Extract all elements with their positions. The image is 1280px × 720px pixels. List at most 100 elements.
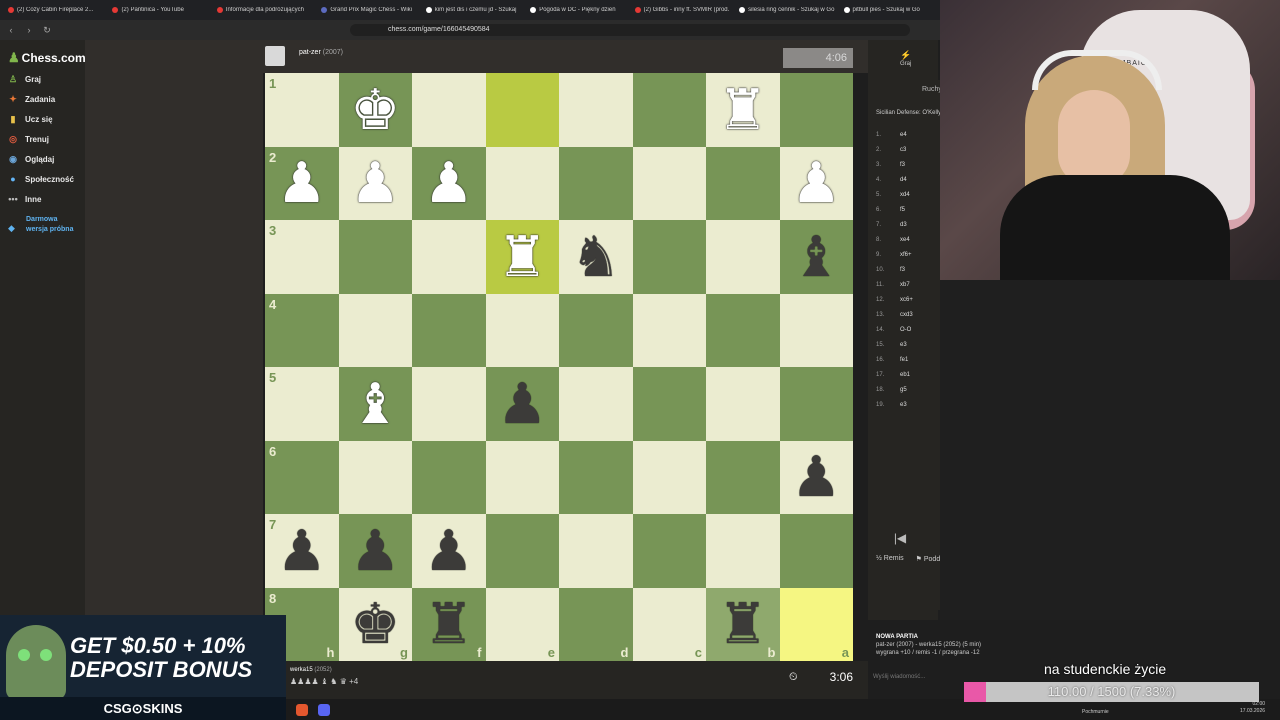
reload-icon[interactable]: ↻ <box>40 25 54 36</box>
sidebar-item-5[interactable]: ● Społeczność <box>8 174 74 184</box>
sidebar-item-4[interactable]: ◉ Oglądaj <box>8 154 54 164</box>
board-square[interactable]: 2 ♟ <box>265 146 339 220</box>
board-square[interactable]: f ♜ <box>412 587 486 661</box>
sidebar-item-3[interactable]: ◎ Trenuj <box>8 134 49 144</box>
board-square[interactable] <box>779 293 853 367</box>
board-square[interactable] <box>632 220 706 294</box>
browser-tab[interactable]: Pogoda w DC - Piękny dzień <box>522 7 626 13</box>
board-square[interactable] <box>559 293 633 367</box>
board-square[interactable]: 7 ♟ <box>265 514 339 588</box>
board-square[interactable]: e <box>485 587 559 661</box>
board-square[interactable] <box>632 146 706 220</box>
black-pawn-icon[interactable]: ♟ <box>277 522 327 579</box>
board-square[interactable] <box>706 367 780 441</box>
white-pawn-icon[interactable]: ♟ <box>277 155 327 211</box>
black-pawn-icon[interactable]: ♟ <box>424 522 474 579</box>
sidebar-item-6[interactable]: ••• Inne <box>8 194 41 204</box>
board-square[interactable] <box>706 293 780 367</box>
board-square[interactable] <box>779 73 853 147</box>
bottom-player-name[interactable]: werka15 (2052) <box>290 667 332 673</box>
board-square[interactable] <box>632 514 706 588</box>
browser-tab[interactable]: Informacje dla podróżujących <box>209 7 313 13</box>
board-square[interactable]: 6 <box>265 440 339 514</box>
top-player-name[interactable]: pat-zer (2007) <box>299 49 343 56</box>
white-rook-icon[interactable]: ♜ <box>497 228 547 285</box>
browser-tab[interactable]: pitbull pies - Szukaj w Go <box>836 7 940 13</box>
brave-icon[interactable] <box>296 703 308 716</box>
weather-widget[interactable]: Pochmurnie <box>1082 709 1109 715</box>
board-square[interactable]: a <box>779 587 853 661</box>
board-square[interactable] <box>485 514 559 588</box>
first-move-icon[interactable]: |◀ <box>876 524 924 552</box>
board-square[interactable]: g ♚ <box>338 587 412 661</box>
board-square[interactable] <box>485 146 559 220</box>
black-rook-icon[interactable]: ♜ <box>424 596 474 652</box>
board-square[interactable] <box>779 514 853 588</box>
board-square[interactable]: ♜ <box>706 73 780 147</box>
board-square[interactable] <box>559 367 633 441</box>
board-square[interactable] <box>338 293 412 367</box>
board-square[interactable] <box>706 146 780 220</box>
board-square[interactable]: ♝ <box>338 367 412 441</box>
black-king-icon[interactable]: ♚ <box>350 596 400 652</box>
board-square[interactable] <box>559 514 633 588</box>
board-square[interactable] <box>412 73 486 147</box>
sidebar-item-0[interactable]: ♙ Graj <box>8 74 41 84</box>
board-square[interactable] <box>632 367 706 441</box>
board-square[interactable] <box>412 293 486 367</box>
board-square[interactable] <box>485 440 559 514</box>
free-trial-link[interactable]: Darmowa wersja próbna <box>26 215 76 235</box>
board-square[interactable] <box>559 440 633 514</box>
white-pawn-icon[interactable]: ♟ <box>791 155 841 211</box>
sidebar-item-2[interactable]: ▮ Ucz się <box>8 114 53 124</box>
board-square[interactable] <box>412 220 486 294</box>
board-square[interactable] <box>338 220 412 294</box>
white-pawn-icon[interactable]: ♟ <box>350 155 400 211</box>
back-icon[interactable]: ‹ <box>4 25 18 35</box>
bottom-player-username[interactable]: werka15 <box>290 667 313 673</box>
avatar[interactable] <box>265 46 285 66</box>
draw-button[interactable]: ½ Remis <box>876 555 904 563</box>
board-square[interactable] <box>412 367 486 441</box>
discord-icon[interactable] <box>318 703 330 716</box>
board-square[interactable]: ♟ <box>338 146 412 220</box>
browser-tab[interactable]: Grand Prix Magic Chess - Wiki <box>313 7 417 13</box>
browser-tab[interactable]: kim jest dis i czemu jd - Szukaj <box>418 7 522 13</box>
board-square[interactable]: ♟ <box>412 146 486 220</box>
board-square[interactable]: ♝ <box>779 220 853 294</box>
board-square[interactable]: ♚ <box>338 73 412 147</box>
top-player-username[interactable]: pat-zer <box>299 49 321 56</box>
board-square[interactable]: d <box>559 587 633 661</box>
tab-play[interactable]: ⚡ Graj <box>900 50 911 67</box>
chess-board[interactable]: 1 ♚ ♜ 2 ♟ ♟ ♟ ♟ 3 ♜ ♞ ♝ 4 5 ♝ ♟ 6 ♟ 7 ♟ ♟ ♟ 8 h g ♚ f ♜ e d c b ♜ a <box>265 73 853 661</box>
white-king-icon[interactable]: ♚ <box>350 81 400 138</box>
board-square[interactable]: ♟ <box>779 440 853 514</box>
board-square[interactable]: ♟ <box>485 367 559 441</box>
white-bishop-icon[interactable]: ♝ <box>350 375 400 432</box>
board-square[interactable] <box>412 440 486 514</box>
board-square[interactable]: b ♜ <box>706 587 780 661</box>
forward-icon[interactable]: › <box>22 25 36 35</box>
board-square[interactable]: ♟ <box>779 146 853 220</box>
board-square[interactable] <box>338 440 412 514</box>
board-square[interactable] <box>559 73 633 147</box>
black-pawn-icon[interactable]: ♟ <box>791 449 841 505</box>
black-pawn-icon[interactable]: ♟ <box>350 522 400 579</box>
board-square[interactable] <box>706 514 780 588</box>
browser-tab[interactable]: (2) Cozy Cabin Fireplace 2... <box>0 7 104 13</box>
board-square[interactable] <box>485 73 559 147</box>
board-square[interactable] <box>779 367 853 441</box>
board-square[interactable] <box>706 440 780 514</box>
tab-moves[interactable]: Ruchy <box>922 86 942 93</box>
board-square[interactable]: ♟ <box>412 514 486 588</box>
board-square[interactable]: c <box>632 587 706 661</box>
board-square[interactable]: ♞ <box>559 220 633 294</box>
board-square[interactable] <box>485 293 559 367</box>
board-square[interactable]: 5 <box>265 367 339 441</box>
board-square[interactable] <box>559 146 633 220</box>
white-rook-icon[interactable]: ♜ <box>718 81 768 138</box>
url-field[interactable]: chess.com/game/166045490584 <box>350 24 910 36</box>
board-square[interactable] <box>632 440 706 514</box>
board-square[interactable]: ♟ <box>338 514 412 588</box>
board-square[interactable] <box>706 220 780 294</box>
